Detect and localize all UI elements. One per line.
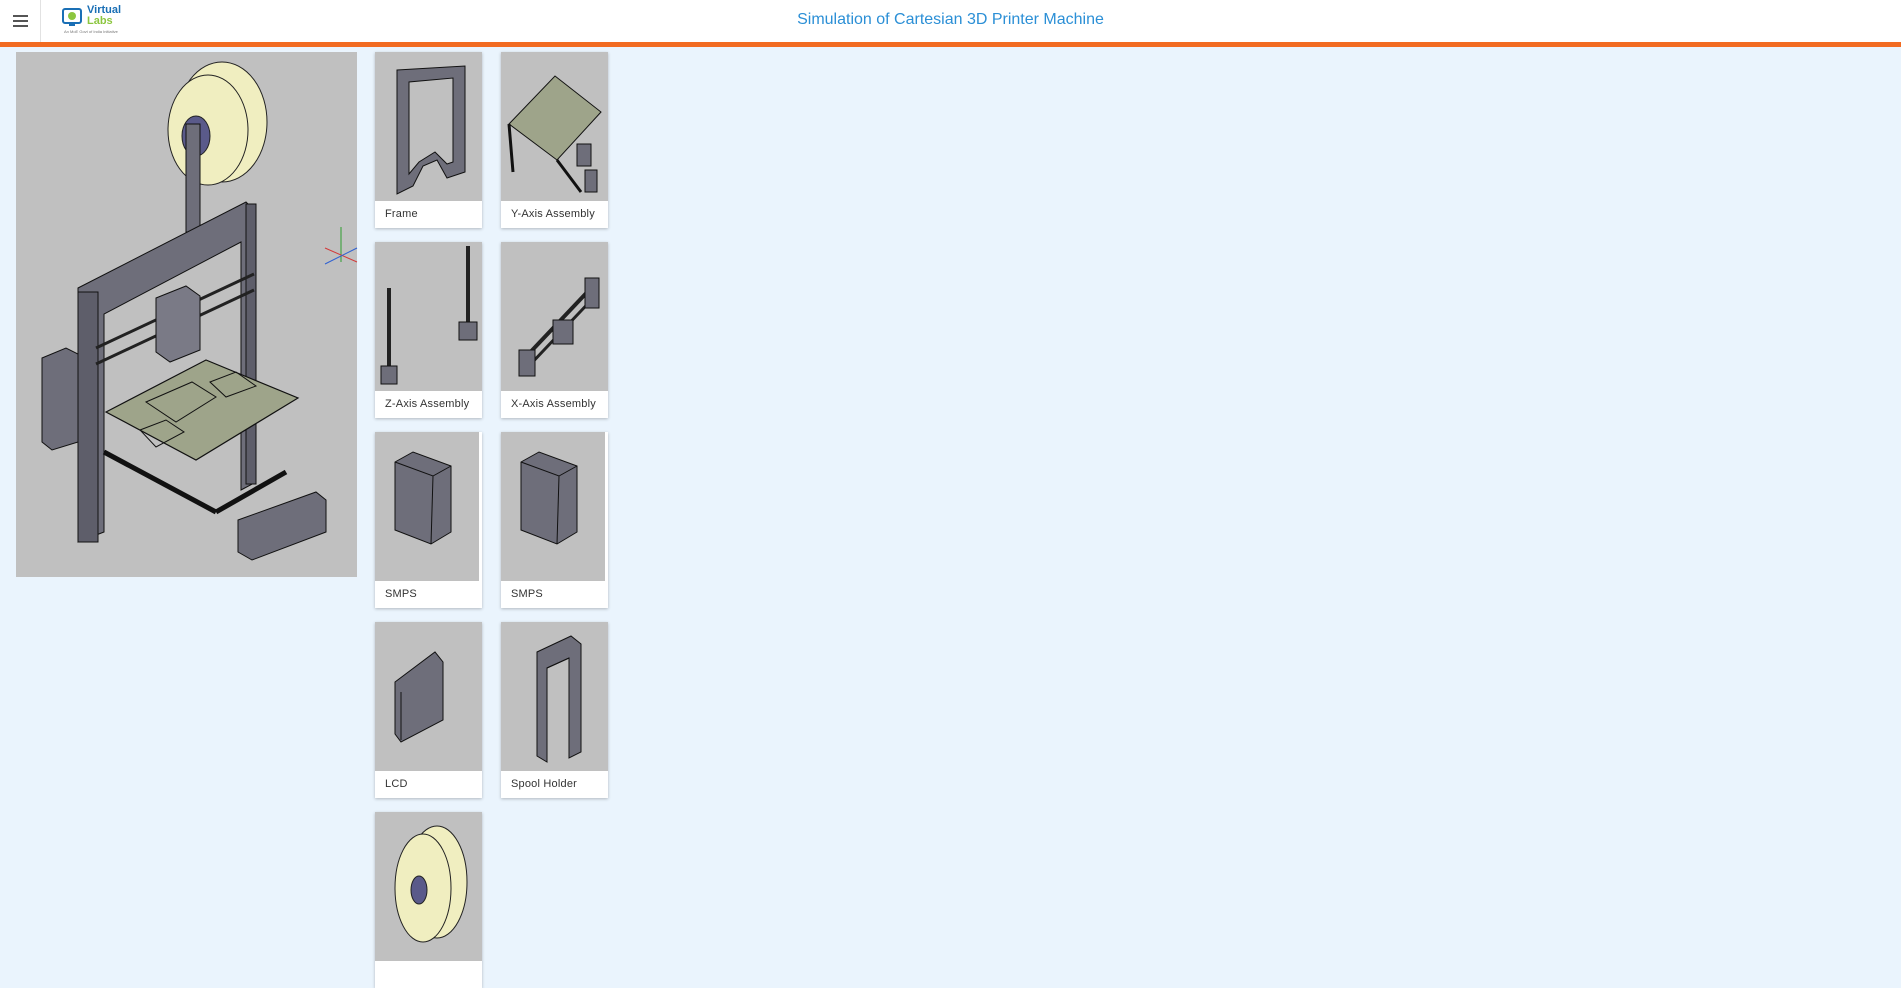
part-card-spool-holder[interactable]: Spool Holder	[501, 622, 608, 798]
spool-holder-icon	[536, 635, 582, 763]
part-card-smps[interactable]: SMPS	[375, 432, 482, 608]
part-card-lcd[interactable]: LCD	[375, 622, 482, 798]
part-label: X-Axis Assembly	[511, 398, 596, 410]
part-thumbnail	[375, 622, 482, 771]
part-label: LCD	[385, 778, 408, 790]
printer-assembly-model	[41, 61, 327, 561]
printer-3d-viewport[interactable]	[16, 52, 358, 577]
part-card-frame[interactable]: Frame	[375, 52, 482, 228]
part-label: Spool Holder	[511, 778, 577, 790]
part-label: Frame	[385, 208, 418, 220]
y-axis-assembly-icon	[507, 75, 602, 193]
part-card-y-axis-assembly[interactable]: Y-Axis Assembly	[501, 52, 608, 228]
part-label: Z-Axis Assembly	[385, 398, 470, 410]
part-label: SMPS	[385, 588, 417, 600]
top-app-bar: Virtual Labs An MoE Govt of India Initia…	[0, 0, 1901, 47]
part-thumbnail	[501, 52, 608, 201]
part-card-x-axis-assembly[interactable]: X-Axis Assembly	[501, 242, 608, 418]
page-title: Simulation of Cartesian 3D Printer Machi…	[797, 11, 1104, 28]
part-card-spool[interactable]	[375, 812, 482, 988]
z-axis-assembly-icon	[380, 246, 478, 385]
part-thumbnail	[375, 242, 482, 391]
spool-icon	[394, 825, 468, 943]
part-thumbnail	[375, 52, 482, 201]
logo-tagline: An MoE Govt of India Initiative	[64, 29, 118, 34]
part-thumbnail	[375, 432, 482, 581]
part-thumbnail	[375, 812, 482, 961]
smps-box-icon	[520, 432, 608, 581]
part-thumbnail	[501, 242, 608, 391]
part-thumbnail	[501, 432, 608, 581]
smps-box-icon	[394, 432, 482, 581]
lcd-panel-icon	[394, 651, 444, 743]
part-card-smps-2[interactable]: SMPS	[501, 432, 608, 608]
frame-part-icon	[396, 65, 466, 195]
part-thumbnail	[501, 622, 608, 771]
axes-gizmo-icon	[324, 227, 358, 265]
part-label: Y-Axis Assembly	[511, 208, 595, 220]
part-card-z-axis-assembly[interactable]: Z-Axis Assembly	[375, 242, 482, 418]
x-axis-assembly-icon	[518, 277, 600, 377]
part-label: SMPS	[511, 588, 543, 600]
